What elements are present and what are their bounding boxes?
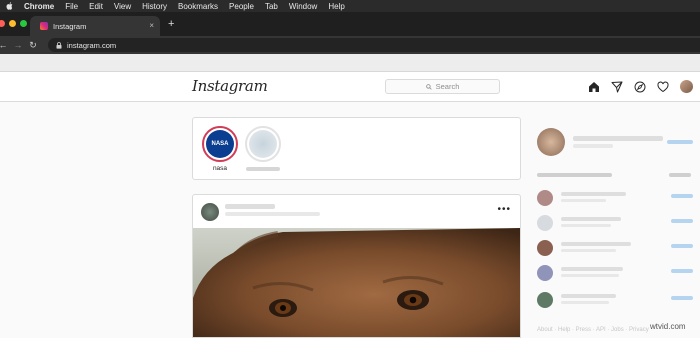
menu-window[interactable]: Window <box>289 2 317 11</box>
tab-title: Instagram <box>53 21 87 31</box>
apple-icon[interactable] <box>6 2 14 10</box>
url-text: instagram.com <box>67 40 117 50</box>
window-minimize-button[interactable] <box>9 20 16 27</box>
suggestion-row[interactable] <box>537 238 697 258</box>
blurred-suggestion-sub <box>561 199 606 202</box>
blurred-suggestion-sub <box>561 224 611 227</box>
blurred-suggestion-sub <box>561 274 619 277</box>
menu-edit[interactable]: Edit <box>89 2 103 11</box>
suggestion-avatar <box>537 292 553 308</box>
suggestion-row[interactable] <box>537 263 697 283</box>
post-header: ••• <box>193 195 520 228</box>
story-username: nasa <box>212 165 228 172</box>
suggestion-avatar <box>537 265 553 281</box>
suggestion-row[interactable] <box>537 188 697 208</box>
address-bar[interactable]: instagram.com <box>48 38 700 52</box>
search-input[interactable]: Search <box>385 79 500 94</box>
menu-history[interactable]: History <box>142 2 167 11</box>
blurred-see-all[interactable] <box>669 173 691 177</box>
window-zoom-button[interactable] <box>20 20 27 27</box>
browser-toolbar: ← → ↻ instagram.com <box>0 36 700 54</box>
blurred-avatar <box>249 130 277 158</box>
search-icon <box>425 83 432 90</box>
reload-button[interactable]: ↻ <box>28 40 38 51</box>
sidebar-footer-links[interactable]: About · Help · Press · API · Jobs · Priv… <box>537 327 649 333</box>
menu-bookmarks[interactable]: Bookmarks <box>178 2 218 11</box>
suggestions-header <box>537 170 697 180</box>
suggestion-avatar <box>537 215 553 231</box>
browser-tab-strip: Instagram × + <box>0 12 700 36</box>
blurred-author-name <box>225 204 275 209</box>
blurred-suggestions-title <box>537 173 612 177</box>
tab-close-icon[interactable]: × <box>149 21 154 30</box>
blurred-fullname <box>573 144 613 148</box>
blurred-suggestion-name <box>561 217 621 221</box>
blurred-follow-button[interactable] <box>671 194 693 198</box>
watermark-text: wtvid.com <box>650 322 686 331</box>
blurred-follow-button[interactable] <box>671 269 693 273</box>
post-image-bear[interactable] <box>193 228 520 337</box>
window-close-button[interactable] <box>0 20 5 27</box>
menu-view[interactable]: View <box>114 2 131 11</box>
blurred-suggestion-name <box>561 242 631 246</box>
suggestion-avatar <box>537 190 553 206</box>
menu-help[interactable]: Help <box>328 2 344 11</box>
story-ring: NASA <box>202 126 238 162</box>
feed-post: ••• <box>192 194 521 338</box>
nasa-logo-icon: NASA <box>206 130 234 158</box>
explore-icon[interactable] <box>633 80 646 93</box>
direct-icon[interactable] <box>610 80 623 93</box>
new-tab-button[interactable]: + <box>168 19 174 30</box>
blurred-switch-link[interactable] <box>667 140 693 144</box>
menu-tab[interactable]: Tab <box>265 2 278 11</box>
instagram-favicon-icon <box>40 22 48 30</box>
instagram-logo[interactable]: Instagram <box>192 77 268 95</box>
menu-file[interactable]: File <box>65 2 78 11</box>
blurred-location <box>225 212 320 216</box>
story-ring <box>245 126 281 162</box>
search-placeholder: Search <box>435 82 460 91</box>
profile-avatar[interactable] <box>680 80 693 93</box>
blurred-suggestion-sub <box>561 301 609 304</box>
post-author-avatar[interactable] <box>201 203 219 221</box>
menu-chrome[interactable]: Chrome <box>24 2 54 11</box>
instagram-header: Instagram Search <box>0 72 700 102</box>
story-blurred[interactable] <box>245 126 281 171</box>
browser-tab-instagram[interactable]: Instagram × <box>30 16 160 36</box>
stories-tray: NASA nasa <box>192 117 521 180</box>
suggestion-avatar <box>537 240 553 256</box>
current-user-avatar <box>537 128 565 156</box>
sidebar-current-user[interactable] <box>537 128 697 156</box>
activity-heart-icon[interactable] <box>656 80 669 93</box>
blurred-follow-button[interactable] <box>671 244 693 248</box>
macos-menu-bar: Chrome File Edit View History Bookmarks … <box>0 0 700 12</box>
forward-button[interactable]: → <box>13 40 23 50</box>
home-icon[interactable] <box>587 80 600 93</box>
blurred-suggestion-name <box>561 294 616 298</box>
suggestion-row[interactable] <box>537 213 697 233</box>
menu-people[interactable]: People <box>229 2 254 11</box>
blurred-suggestion-name <box>561 192 626 196</box>
more-options-button[interactable]: ••• <box>497 204 511 215</box>
blurred-follow-button[interactable] <box>671 219 693 223</box>
page-top-gap <box>0 54 700 72</box>
back-button[interactable]: ← <box>0 40 8 50</box>
lock-icon <box>56 41 62 49</box>
blurred-username <box>573 136 663 141</box>
story-nasa[interactable]: NASA nasa <box>202 126 238 172</box>
blurred-suggestion-name <box>561 267 623 271</box>
blurred-follow-button[interactable] <box>671 296 693 300</box>
blurred-username <box>246 167 280 171</box>
blurred-suggestion-sub <box>561 249 616 252</box>
suggestion-row[interactable] <box>537 290 697 310</box>
